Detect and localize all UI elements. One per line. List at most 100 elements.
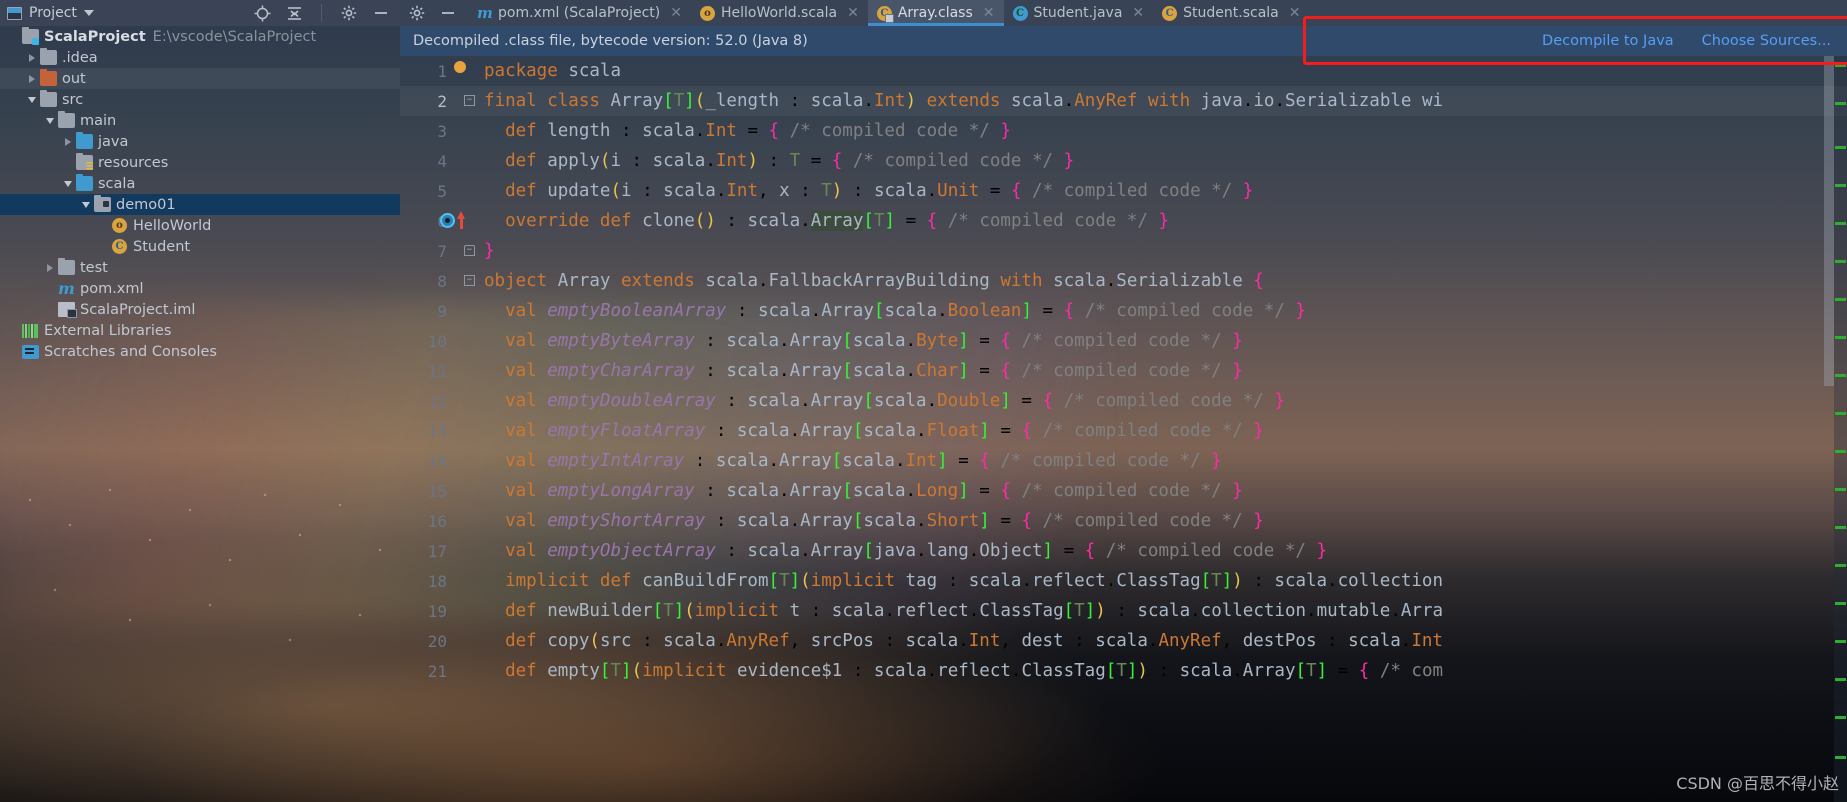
code-line[interactable]: 20 def copy(src : scala.AnyRef, srcPos :… [400,626,1847,656]
code-editor[interactable]: 1 package scala 2− final class Array[T](_le… [400,56,1847,802]
code-line[interactable]: 13 val emptyFloatArray : scala.Array[sca… [400,416,1847,446]
gutter-markers[interactable] [456,146,480,176]
marker-tick[interactable] [1835,564,1846,567]
chevron-down-icon[interactable] [44,115,56,127]
editor-tab-helloworld-scala[interactable]: o HelloWorld.scala ✕ [691,0,868,26]
marker-tick[interactable] [1835,412,1846,415]
marker-tick[interactable] [1835,146,1846,149]
marker-tick[interactable] [1835,640,1846,643]
fold-open-icon[interactable]: − [464,95,475,106]
sidebar-item-scala[interactable]: scala [0,173,400,194]
gutter-markers[interactable] [456,476,480,506]
sidebar-item-scalaproject-iml[interactable]: ScalaProject.iml [0,299,400,320]
gutter-markers[interactable]: − [456,86,480,116]
code-line[interactable]: 21 def empty[T](implicit evidence$1 : sc… [400,656,1847,686]
override-marker-icon[interactable] [440,213,455,228]
sidebar-item-out[interactable]: out [0,68,400,89]
decompile-to-java-link[interactable]: Decompile to Java [1542,33,1674,49]
code-line[interactable]: 8 − object Array extends scala.FallbackArr… [400,266,1847,296]
chevron-down-icon[interactable] [62,178,74,190]
code-line[interactable]: 2 − final class Array[T](_length : scala.I… [400,86,1847,116]
gutter-markers[interactable] [456,446,480,476]
gutter-markers[interactable] [456,326,480,356]
code-line[interactable]: 17 val emptyObjectArray : scala.Array[ja… [400,536,1847,566]
gutter-markers[interactable] [456,176,480,206]
close-icon[interactable]: ✕ [670,5,682,21]
marker-tick[interactable] [1835,602,1846,605]
marker-tick[interactable] [1835,298,1846,301]
code-line[interactable]: 9 val emptyBooleanArray : scala.Array[sc… [400,296,1847,326]
sidebar-item-idea[interactable]: .idea [0,47,400,68]
marker-tick[interactable] [1835,756,1846,759]
editor-marker-rail[interactable] [1834,56,1847,802]
code-line[interactable]: 15 val emptyLongArray : scala.Array[scal… [400,476,1847,506]
marker-tick[interactable] [1835,526,1846,529]
editor-tab-bar[interactable]: m pom.xml (ScalaProject) ✕ o HelloWorld.scal… [400,0,1847,26]
chevron-down-icon[interactable] [83,10,94,16]
code-line[interactable]: 4 def apply(i : scala.Int) : T = { /* co… [400,146,1847,176]
gutter-markers[interactable]: − [456,236,480,266]
sidebar-item-external-libraries[interactable]: External Libraries [0,320,400,341]
minimize-icon[interactable] [372,4,390,22]
chevron-down-icon[interactable] [26,94,38,106]
code-line[interactable]: 18 implicit def canBuildFrom[T](implicit… [400,566,1847,596]
code-line[interactable]: 10 val emptyByteArray : scala.Array[scal… [400,326,1847,356]
gutter-markers[interactable] [456,626,480,656]
close-icon[interactable]: ✕ [847,5,859,21]
gutter-markers[interactable] [456,386,480,416]
gutter-markers[interactable] [456,56,480,86]
marker-tick[interactable] [1835,488,1846,491]
sidebar-item-test[interactable]: test [0,257,400,278]
marker-tick[interactable] [1835,260,1846,263]
fold-close-icon[interactable]: − [464,245,475,256]
sidebar-item-scalaproject[interactable]: ScalaProject E:\vscode\ScalaProject [0,26,400,47]
gutter-markers[interactable] [456,566,480,596]
minimize-icon[interactable] [439,4,457,22]
marker-tick[interactable] [1835,336,1846,339]
sidebar-item-src[interactable]: src [0,89,400,110]
gutter-markers[interactable] [456,356,480,386]
editor-tab-pom-xml-scalaproject[interactable]: m pom.xml (ScalaProject) ✕ [468,0,691,26]
settings-gear-icon[interactable] [340,4,358,22]
gutter-markers[interactable] [456,536,480,566]
gutter-markers[interactable] [456,656,480,686]
marker-tick[interactable] [1835,716,1846,719]
sidebar-item-student[interactable]: C Student [0,236,400,257]
close-icon[interactable]: ✕ [983,5,995,21]
chevron-right-icon[interactable] [62,136,74,148]
settings-gear-icon[interactable] [408,4,426,22]
marker-tick[interactable] [1835,374,1846,377]
code-line[interactable]: 12 val emptyDoubleArray : scala.Array[sc… [400,386,1847,416]
marker-tick[interactable] [1835,222,1846,225]
choose-sources-link[interactable]: Choose Sources... [1702,33,1831,49]
gutter-markers[interactable] [456,416,480,446]
marker-tick[interactable] [1835,102,1846,105]
sidebar-item-helloworld[interactable]: o HelloWorld [0,215,400,236]
chevron-right-icon[interactable] [26,52,38,64]
code-line[interactable]: 3 def length : scala.Int = { /* compiled… [400,116,1847,146]
code-line[interactable]: 6 override def clone() : scala.Array[T] … [400,206,1847,236]
close-icon[interactable]: ✕ [1289,5,1301,21]
sidebar-item-resources[interactable]: resources [0,152,400,173]
editor-scrollbar-thumb[interactable] [1824,56,1834,386]
chevron-down-icon[interactable] [80,199,92,211]
code-line[interactable]: 5 def update(i : scala.Int, x : T) : sca… [400,176,1847,206]
sidebar-item-pom-xml[interactable]: m pom.xml [0,278,400,299]
code-line[interactable]: 11 val emptyCharArray : scala.Array[scal… [400,356,1847,386]
sidebar-item-main[interactable]: main [0,110,400,131]
fold-open-icon[interactable]: − [464,275,475,286]
close-icon[interactable]: ✕ [1132,5,1144,21]
chevron-right-icon[interactable] [44,262,56,274]
collapse-all-icon[interactable] [285,4,303,22]
project-panel-title[interactable]: Project [0,5,94,21]
code-line[interactable]: 19 def newBuilder[T](implicit t : scala.… [400,596,1847,626]
gutter-markers[interactable] [456,596,480,626]
gutter-markers[interactable] [456,116,480,146]
project-tree[interactable]: ScalaProject E:\vscode\ScalaProject .idea o… [0,26,400,802]
marker-tick[interactable] [1835,184,1846,187]
sidebar-item-demo01[interactable]: demo01 [0,194,400,215]
editor-tab-student-java[interactable]: C Student.java ✕ [1004,0,1154,26]
gutter-markers[interactable] [456,296,480,326]
code-line[interactable]: 1 package scala [400,56,1847,86]
code-line[interactable]: 16 val emptyShortArray : scala.Array[sca… [400,506,1847,536]
